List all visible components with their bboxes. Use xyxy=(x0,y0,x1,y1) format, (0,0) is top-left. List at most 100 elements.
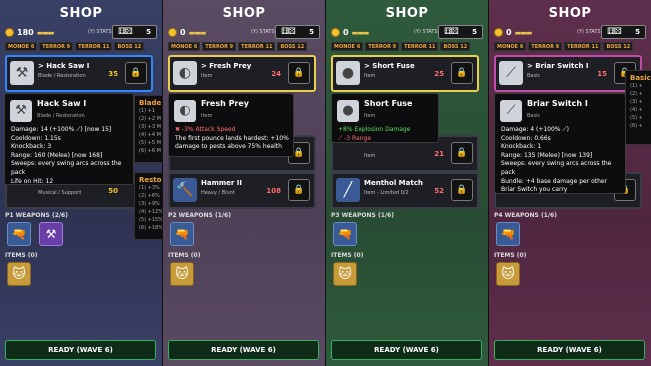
ready-button[interactable]: READY (WAVE 6) xyxy=(331,340,482,360)
water-gun-icon[interactable]: 🔫 xyxy=(333,222,357,246)
wave-tag: BOSS 12 xyxy=(114,42,145,51)
cat-item-icon[interactable]: 🐱 xyxy=(170,262,194,286)
reroll-button[interactable]: ⚅⚄ 5 xyxy=(438,25,483,39)
card-price: 108 xyxy=(266,187,281,195)
weapons-label: P4 WEAPONS (1/6) xyxy=(494,212,557,219)
lock-icon[interactable]: 🔒 xyxy=(288,62,310,84)
wave-tag: MONOE 6 xyxy=(494,42,527,51)
shop-card-short-fuse[interactable]: ● > Short Fuse Item 25 🔒 xyxy=(331,55,479,92)
reroll-count: 5 xyxy=(146,28,151,36)
tooltip-sub: Basic xyxy=(527,113,541,119)
wave-tag: TERROR 9 xyxy=(202,42,237,51)
gold-counter: 0 ▬▬▬ xyxy=(331,28,369,37)
ready-button[interactable]: READY (WAVE 6) xyxy=(494,340,645,360)
set-row: (6) + xyxy=(630,123,643,129)
shop-card-hammer[interactable]: 🔨 Hammer II Heavy / Blunt 108 🔒 xyxy=(168,172,316,209)
set-row: (4) +4 M xyxy=(139,132,161,138)
gold-counter: 0 ▬▬▬ xyxy=(494,28,533,37)
tooltip-line: Range: 160 (Melee) [now 168] xyxy=(11,151,103,159)
gold-amount: 180 xyxy=(17,28,34,37)
card-price: 25 xyxy=(434,70,444,78)
dice-icon: ⚅⚄ xyxy=(444,27,459,37)
weapons-label: P2 WEAPONS (1/6) xyxy=(168,212,231,219)
lock-icon[interactable]: 🔒 xyxy=(288,179,310,201)
tooltip-line: +8% Explosion Damage xyxy=(338,126,411,133)
shop-card-briar-switch[interactable]: ⟋ > Briar Switch I Basic 15 🔒 xyxy=(494,55,642,92)
tooltip-line: Damage: 4 (+100% ⟋) xyxy=(501,126,569,133)
card-price: 35 xyxy=(108,70,118,78)
saw-icon: ⚒ xyxy=(10,61,34,85)
card-sub: Item xyxy=(201,73,213,79)
cat-item-icon[interactable]: 🐱 xyxy=(496,262,520,286)
card-sub: Heavy / Blunt xyxy=(201,190,235,196)
shop-card-hack-saw[interactable]: ⚒ > Hack Saw I Blade / Restoration 35 🔒 xyxy=(5,55,153,92)
wave-tag: TERROR 9 xyxy=(39,42,74,51)
tooltip-line: Bundle: +4 base damage per other xyxy=(501,177,608,185)
card-price: 15 xyxy=(597,70,607,78)
briar-switch-icon: ⟋ xyxy=(500,100,522,122)
reroll-button[interactable]: ⚅⚄ 5 xyxy=(601,25,646,39)
set-row: (1) + xyxy=(630,83,643,89)
hammer-icon: 🔨 xyxy=(173,178,197,202)
cat-item-icon[interactable]: 🐱 xyxy=(7,262,31,286)
reroll-count: 5 xyxy=(635,28,640,36)
item-tooltip: ● Short Fuse Item +8% Explosion Damage ⟋… xyxy=(331,93,439,143)
tooltip-line: Cooldown: 0.66s xyxy=(501,134,551,142)
reroll-button[interactable]: ⚅⚄ 5 xyxy=(275,25,320,39)
hack-saw-slot-icon[interactable]: ⚒ xyxy=(39,222,63,246)
saw-icon: ⚒ xyxy=(10,100,32,122)
shop-card-fresh-prey[interactable]: ◐ > Fresh Prey Item 24 🔒 xyxy=(168,55,316,92)
ready-button[interactable]: READY (WAVE 6) xyxy=(5,340,156,360)
tooltip-line: pack xyxy=(501,168,516,176)
items-label: ITEMS (0) xyxy=(494,252,527,259)
card-sub: Item xyxy=(364,153,376,159)
card-name: > Fresh Prey xyxy=(201,62,252,70)
card-name: Menthol Match xyxy=(364,179,423,187)
coin-icon xyxy=(494,28,503,37)
coin-icon xyxy=(168,28,177,37)
stats-label[interactable]: (Y) STATS xyxy=(577,29,601,35)
bars-icon: ▬▬▬ xyxy=(514,28,533,37)
dice-icon: ⚅⚄ xyxy=(607,27,622,37)
water-gun-icon[interactable]: 🔫 xyxy=(170,222,194,246)
shop-title: SHOP xyxy=(59,6,103,21)
gold-counter: 0 ▬▬▬ xyxy=(168,28,207,37)
item-tooltip: ⚒ Hack Saw I Blade / Restoration Damage:… xyxy=(4,93,134,185)
stats-label[interactable]: (Y) STATS xyxy=(88,29,112,35)
items-label: ITEMS (0) xyxy=(168,252,201,259)
items-label: ITEMS (0) xyxy=(5,252,38,259)
lock-icon[interactable]: 🔒 xyxy=(125,62,147,84)
set-row: (6) +18% xyxy=(139,225,162,231)
ready-button[interactable]: READY (WAVE 6) xyxy=(168,340,319,360)
lock-icon[interactable]: 🔒 xyxy=(451,62,473,84)
set-title: Basic xyxy=(630,74,651,82)
card-sub: Item - Limited 0/2 xyxy=(364,190,409,196)
tooltip-line: ✖ -3% Attack Speed xyxy=(175,126,236,133)
tooltip-line: Briar Switch you carry xyxy=(501,186,568,194)
weapons-label: P3 WEAPONS (1/6) xyxy=(331,212,394,219)
stats-label[interactable]: (Y) STATS xyxy=(251,29,275,35)
wave-tag: TERROR 11 xyxy=(75,42,113,51)
item-tooltip: ◐ Fresh Prey Item ✖ -3% Attack Speed The… xyxy=(168,93,294,157)
shop-card-menthol-match[interactable]: ╱ Menthol Match Item - Limited 0/2 52 🔒 xyxy=(331,172,479,209)
cat-item-icon[interactable]: 🐱 xyxy=(333,262,357,286)
reroll-count: 5 xyxy=(309,28,314,36)
wave-tags: MONOE 6 TERROR 9 TERROR 11 BOSS 12 xyxy=(494,42,634,51)
items-label: ITEMS (0) xyxy=(331,252,364,259)
set-row: (4) + xyxy=(630,107,643,113)
tooltip-line: pack xyxy=(11,168,26,176)
lock-icon[interactable]: 🔒 xyxy=(451,179,473,201)
set-row: (4) +12% xyxy=(139,209,162,215)
water-gun-icon[interactable]: 🔫 xyxy=(496,222,520,246)
lock-icon[interactable]: 🔒 xyxy=(451,142,473,164)
wave-tags: MONOE 6 TERROR 9 TERROR 11 BOSS 12 xyxy=(168,42,308,51)
stats-label[interactable]: (Y) STATS xyxy=(414,29,438,35)
bars-icon: ▬▬▬ xyxy=(188,28,207,37)
match-icon: ╱ xyxy=(336,178,360,202)
card-price: 24 xyxy=(271,70,281,78)
wave-tag: TERROR 11 xyxy=(401,42,439,51)
water-gun-icon[interactable]: 🔫 xyxy=(7,222,31,246)
reroll-button[interactable]: ⚅⚄ 5 xyxy=(112,25,157,39)
player1-shop-panel: SHOP 180 ▬▬▬ (Y) STATS ⚅⚄ 5 MONOE 6 TERR… xyxy=(0,0,162,366)
tooltip-line: Range: 135 (Melee) [now 139] xyxy=(501,151,593,159)
